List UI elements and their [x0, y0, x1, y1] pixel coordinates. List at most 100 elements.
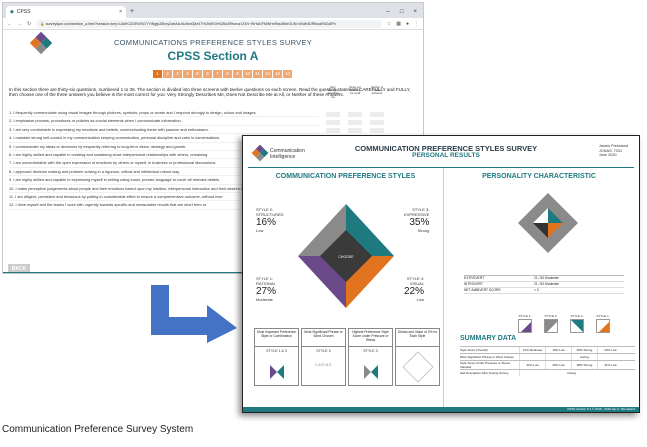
step-4[interactable]: 4	[183, 70, 192, 78]
question-item: 1. I frequently communicate using visual…	[9, 109, 319, 118]
answer-option-does-not[interactable]	[348, 111, 362, 117]
style-1-icon	[517, 319, 532, 333]
summary-table: Style Score (Overall) 27% Moderate 16% L…	[460, 346, 635, 376]
step-5[interactable]: 5	[193, 70, 202, 78]
ci-logo-text: Communication Intelligence	[270, 148, 305, 160]
answer-option-neither[interactable]	[370, 128, 384, 134]
extension-icon[interactable]: ▦	[396, 21, 401, 27]
style-4-strength: Low	[416, 297, 425, 302]
style-4-value: 22%	[404, 286, 425, 297]
new-tab-button[interactable]: +	[130, 6, 134, 18]
person-date: June 2020	[598, 153, 617, 158]
summary-row-label: Self Description After Testing Survey	[460, 371, 509, 375]
step-10[interactable]: 10	[243, 70, 252, 78]
step-12[interactable]: 12	[263, 70, 272, 78]
pc-row-ambivert: NET AMBIVERT SCORE = 0	[464, 288, 624, 294]
style-3-value: 35%	[409, 217, 430, 228]
column-header-neither: Neither of these answers	[370, 85, 384, 96]
survey-section-title: CPSS Section A	[167, 49, 259, 63]
answer-option-very-strongly[interactable]	[326, 120, 340, 126]
window-controls: – □ ×	[387, 6, 423, 18]
step-8[interactable]: 8	[223, 70, 232, 78]
personal-results-report: Communication Intelligence COMMUNICATION…	[242, 135, 640, 413]
step-13[interactable]: 13	[273, 70, 282, 78]
summary-cell: 20% Low	[545, 361, 571, 369]
personality-diagram	[518, 193, 578, 253]
pc-value: 21 / 50 Moderate	[534, 276, 559, 280]
summary-cell: 31% Low	[519, 361, 545, 369]
style-3-score: STYLE 3: EXPRESSIVE 35% Strong	[404, 207, 429, 233]
minimize-button[interactable]: –	[387, 6, 390, 18]
answer-option-neither[interactable]	[370, 120, 384, 126]
cps-key-value-1: STYLE 1 & 3	[266, 349, 287, 353]
summary-cell: Caring	[571, 354, 597, 360]
style-2-badge: STYLE 2	[542, 314, 559, 333]
results-subtitle: PERSONAL RESULTS	[412, 152, 480, 159]
star-icon[interactable]: ☆	[387, 21, 391, 27]
summary-row-label: Style Score (Overall)	[460, 348, 488, 352]
answer-option-neither[interactable]	[370, 111, 384, 117]
style-4-icon	[595, 319, 610, 333]
personality-heading: PERSONALITY CHARACTERISTIC	[482, 173, 596, 180]
tab-close-icon[interactable]: ×	[119, 9, 122, 15]
summary-cell: 38% Strong	[571, 361, 597, 369]
results-footer: CPSS Version 5.1 © 2018 - 2019 Ian C. Wo…	[243, 407, 639, 412]
cps-key-value-2: STYLE 3	[316, 349, 331, 353]
question-item: 2. I emphasise process, procedures or po…	[9, 117, 319, 126]
summary-cell	[597, 354, 623, 360]
style-1-score: STYLE 1: RATIONAL 27% Moderate	[256, 276, 276, 302]
stress-style-icon	[363, 365, 378, 379]
answer-option-very-strongly[interactable]	[326, 111, 340, 117]
step-7[interactable]: 7	[213, 70, 222, 78]
summary-row: Style Score (Overall) 27% Moderate 16% L…	[460, 346, 635, 353]
column-header-does-not: Does not describe me at all	[349, 85, 361, 96]
pc-label: INTROVERT	[464, 282, 483, 286]
style-1-badge: STYLE 1	[516, 314, 533, 333]
answer-option-does-not[interactable]	[348, 128, 362, 134]
step-11[interactable]: 11	[253, 70, 262, 78]
step-1[interactable]: 1	[153, 70, 162, 78]
back-arrow-icon[interactable]: ←	[7, 21, 12, 27]
summary-cell	[519, 354, 545, 360]
step-9[interactable]: 9	[233, 70, 242, 78]
style-2-icon	[543, 319, 558, 333]
cps-key-header-4: Shows and Value of 3% for Each Style	[396, 329, 439, 347]
pc-value: = 0	[534, 288, 539, 292]
cps-key-word: CARING	[315, 363, 332, 367]
style-2-value: 16%	[256, 217, 277, 228]
tab-cpss[interactable]: ◆ CPSS ×	[6, 6, 126, 18]
reload-icon[interactable]: ↻	[27, 21, 31, 27]
url-field[interactable]: 🔒 surveyique.com/section_a.html?session=…	[36, 19, 382, 28]
person-info: James Pressland JONAS: 7031 June 2020	[599, 144, 628, 158]
summary-cell: 27% Moderate	[519, 347, 545, 353]
answer-option-very-strongly[interactable]	[326, 128, 340, 134]
maximize-button[interactable]: □	[400, 6, 404, 18]
style-3-icon	[569, 319, 584, 333]
close-window-button[interactable]: ×	[413, 6, 417, 18]
menu-icon[interactable]: ⋮	[414, 21, 419, 27]
answer-row	[326, 118, 384, 126]
summary-cell: 22% Low	[597, 347, 623, 353]
style-4-score: STYLE 4: VISUAL 22% Low	[404, 276, 424, 302]
person-name: James Pressland	[598, 144, 628, 148]
step-6[interactable]: 6	[203, 70, 212, 78]
image-caption: Communication Preference Survey System	[2, 424, 194, 435]
forward-arrow-icon[interactable]: →	[17, 21, 22, 27]
step-2[interactable]: 2	[163, 70, 172, 78]
cps-key-header-3: Highest Preference Style Score under Pre…	[349, 329, 392, 347]
tab-bar: ◆ CPSS × + – □ ×	[3, 3, 423, 18]
profile-icon[interactable]: ●	[406, 21, 409, 27]
url-text: surveyique.com/section_a.html?session=ke…	[45, 21, 337, 26]
cps-key-col-1: Most Important Preference Style or Combi…	[254, 328, 299, 386]
column-divider	[443, 168, 444, 408]
step-14[interactable]: 14	[283, 70, 292, 78]
answer-row	[326, 110, 384, 118]
pc-label: EXTROVERT	[464, 276, 485, 280]
column-header-very-strongly: Very strongly describes me	[327, 85, 339, 99]
address-bar-row: ← → ↻ 🔒 surveyique.com/section_a.html?se…	[3, 18, 423, 30]
answer-option-does-not[interactable]	[348, 120, 362, 126]
summary-cell: 35% Strong	[571, 347, 597, 353]
summary-cell	[545, 354, 571, 360]
step-3[interactable]: 3	[173, 70, 182, 78]
ci-logo-icon	[251, 144, 269, 162]
